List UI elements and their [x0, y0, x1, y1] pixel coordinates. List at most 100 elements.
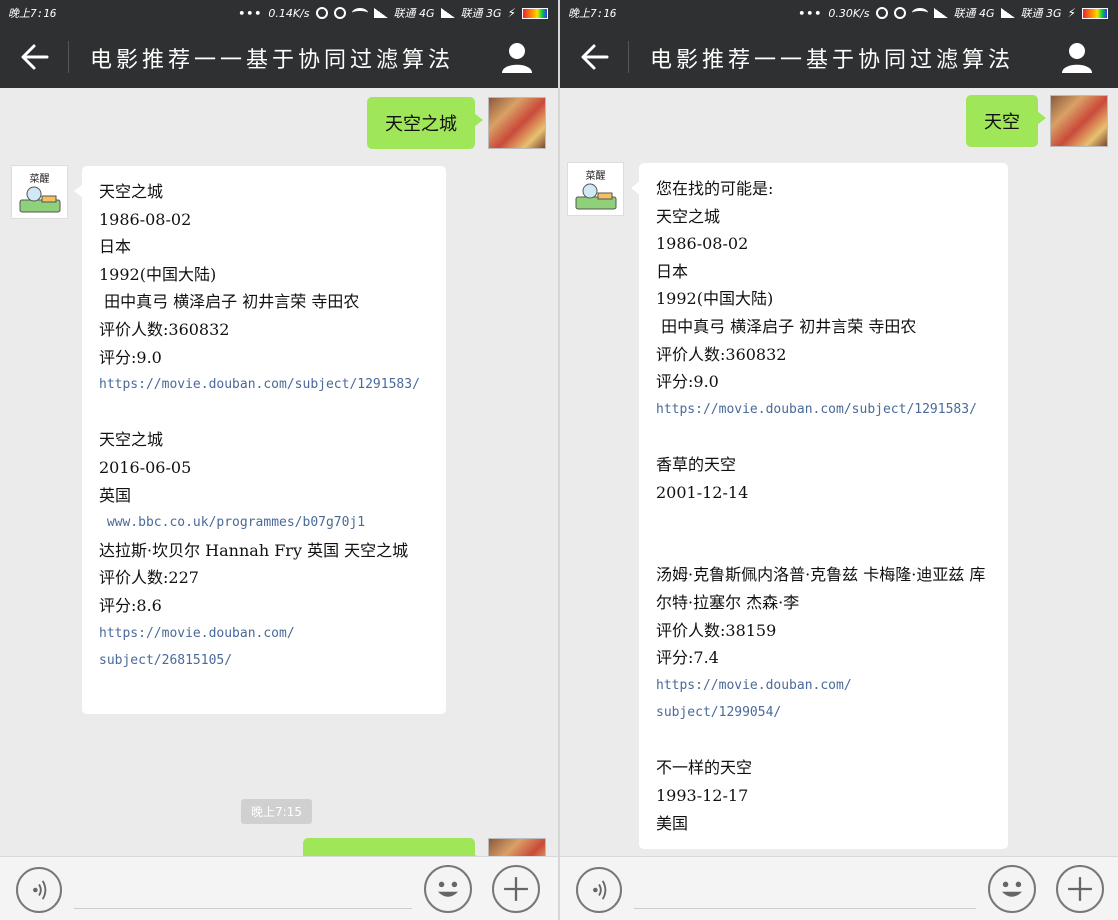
reply-line: 汤姆·克鲁斯佩内洛普·克鲁兹 卡梅隆·迪亚兹 库尔特·拉塞尔 杰森·李: [656, 565, 986, 612]
charging-icon: ⚡: [1067, 6, 1076, 20]
reply-line: 田中真弓 横泽启子 初井言荣 寺田农: [656, 316, 917, 336]
emoji-icon[interactable]: [424, 865, 472, 913]
reply-line: 日本: [656, 261, 689, 281]
reply-line[interactable]: https://movie.douban.com/subject/1291583…: [99, 371, 432, 399]
bot-reply-bubble[interactable]: 天空之城 1986-08-02 日本 1992(中国大陆) 田中真弓 横泽启子 初井言…: [74, 166, 446, 715]
message-input[interactable]: [634, 869, 976, 909]
chat-area[interactable]: 天空 菜醒 您在找的可能是: 天空之城 1986-08-02 日本 1992(中国大陆)…: [560, 88, 1118, 856]
bot-avatar[interactable]: 菜醒: [11, 165, 68, 219]
battery-icon: [1082, 7, 1108, 19]
title-bar: 电影推荐一一基于协同过滤算法: [560, 25, 1118, 88]
title-bar: 电影推荐一一基于协同过滤算法: [0, 25, 558, 88]
reply-line[interactable]: subject/26815105/: [99, 647, 432, 675]
notification-dots: •••: [798, 6, 823, 20]
input-bar: [560, 856, 1118, 920]
reply-line: 您在找的可能是:: [656, 179, 774, 198]
reply-line: 日本: [99, 237, 132, 257]
reply-line: 香草的天空: [656, 454, 737, 474]
back-arrow-icon[interactable]: [20, 43, 50, 71]
right-screen: 晚上7:16 ••• 0.30K/s 联通 4G 联通 3G ⚡ 电影推荐一一基…: [560, 0, 1118, 920]
reply-line: [656, 506, 994, 534]
reply-line: 2016-06-05: [99, 457, 192, 477]
reply-line: 评价人数:227: [99, 568, 199, 588]
input-bar: [0, 856, 558, 920]
reply-line: 美国: [656, 813, 689, 833]
bot-cartoon-icon: [575, 183, 617, 210]
reply-line: 1993-12-17: [656, 786, 749, 806]
bot-name: 菜醒: [29, 174, 50, 185]
chat-title: 电影推荐一一基于协同过滤算法: [650, 48, 1015, 73]
chat-title: 电影推荐一一基于协同过滤算法: [90, 48, 455, 73]
message-input[interactable]: [74, 869, 412, 909]
my-message-bubble-partial[interactable]: [303, 838, 483, 856]
signal-icon: [373, 8, 388, 18]
reply-line: 评分:8.6: [99, 595, 162, 615]
left-screen: 晚上7:16 ••• 0.14K/s 联通 4G 联通 3G ⚡ 电影推荐一一基…: [0, 0, 558, 920]
sync-icon: [875, 7, 888, 19]
reply-line: 评分:7.4: [656, 648, 719, 668]
bot-name: 菜醒: [585, 171, 606, 182]
charging-icon: ⚡: [507, 6, 516, 20]
status-time: 晚上7:16: [8, 7, 57, 20]
carrier-secondary: 联通 3G: [1020, 7, 1062, 20]
user-avatar[interactable]: [1050, 95, 1108, 147]
sync-icon: [315, 7, 328, 19]
user-avatar[interactable]: [488, 838, 546, 856]
reply-line: 评价人数:38159: [656, 620, 777, 640]
back-arrow-icon[interactable]: [580, 43, 610, 71]
reply-line[interactable]: https://movie.douban.com/subject/1291583…: [656, 396, 994, 424]
status-indicators: ••• 0.14K/s 联通 4G 联通 3G ⚡: [238, 5, 548, 21]
reply-line: 不一样的天空: [656, 758, 753, 778]
message-timestamp: 晚上7:15: [241, 799, 312, 824]
profile-icon[interactable]: [500, 40, 534, 74]
my-message-bubble[interactable]: 天空之城: [367, 97, 483, 149]
reply-line: 天空之城: [99, 182, 164, 201]
reply-line: 天空之城: [99, 430, 164, 450]
plus-icon[interactable]: [1056, 865, 1104, 913]
reply-line: 达拉斯·坎贝尔 Hannah Fry 英国 天空之城: [99, 540, 409, 560]
voice-icon[interactable]: [576, 867, 622, 913]
alarm-icon: [333, 7, 346, 19]
reply-line: 评分:9.0: [656, 372, 719, 392]
status-bar: 晚上7:16 ••• 0.30K/s 联通 4G 联通 3G ⚡: [560, 0, 1118, 25]
signal-icon: [933, 8, 948, 18]
user-avatar[interactable]: [488, 97, 546, 149]
reply-line[interactable]: https://movie.douban.com/: [99, 620, 432, 648]
reply-line: [656, 423, 994, 451]
reply-line: 英国: [99, 485, 132, 505]
status-indicators: ••• 0.30K/s 联通 4G 联通 3G ⚡: [798, 5, 1108, 21]
reply-line: 田中真弓 横泽启子 初井言荣 寺田农: [99, 292, 360, 312]
title-separator: [68, 41, 69, 73]
reply-line: [99, 399, 432, 427]
carrier-primary: 联通 4G: [393, 7, 435, 20]
reply-line: 评价人数:360832: [656, 344, 787, 364]
battery-icon: [522, 7, 548, 19]
bot-cartoon-icon: [19, 186, 61, 213]
reply-line[interactable]: subject/1299054/: [656, 699, 994, 727]
status-time: 晚上7:16: [568, 7, 617, 20]
reply-line[interactable]: https://movie.douban.com/: [656, 672, 994, 700]
reply-line: 1986-08-02: [99, 209, 192, 229]
chat-area[interactable]: 天空之城 菜醒 天空之城 1986-08-02 日本 1992(中国大陆) 田中真弓 …: [0, 88, 558, 856]
my-message-bubble[interactable]: 天空: [966, 95, 1046, 147]
reply-line: 评价人数:360832: [99, 319, 230, 339]
status-bar: 晚上7:16 ••• 0.14K/s 联通 4G 联通 3G ⚡: [0, 0, 558, 25]
reply-line: 1992(中国大陆): [99, 264, 217, 284]
reply-line: 评分:9.0: [99, 347, 162, 367]
wifi-icon: [351, 8, 368, 18]
reply-line: [656, 534, 994, 562]
voice-icon[interactable]: [16, 867, 62, 913]
title-separator: [628, 41, 629, 73]
bot-avatar[interactable]: 菜醒: [567, 162, 624, 216]
network-speed: 0.30K/s: [828, 6, 870, 20]
network-speed: 0.14K/s: [268, 6, 310, 20]
signal-icon: [1000, 8, 1015, 18]
reply-line: 天空之城: [656, 206, 721, 226]
carrier-secondary: 联通 3G: [460, 7, 502, 20]
plus-icon[interactable]: [492, 865, 540, 913]
alarm-icon: [893, 7, 906, 19]
profile-icon[interactable]: [1060, 40, 1094, 74]
reply-line: www.bbc.co.uk/programmes/b07g70j1: [99, 515, 366, 531]
emoji-icon[interactable]: [988, 865, 1036, 913]
bot-reply-bubble[interactable]: 您在找的可能是: 天空之城 1986-08-02 日本 1992(中国大陆) 田中真弓 …: [631, 163, 1008, 850]
